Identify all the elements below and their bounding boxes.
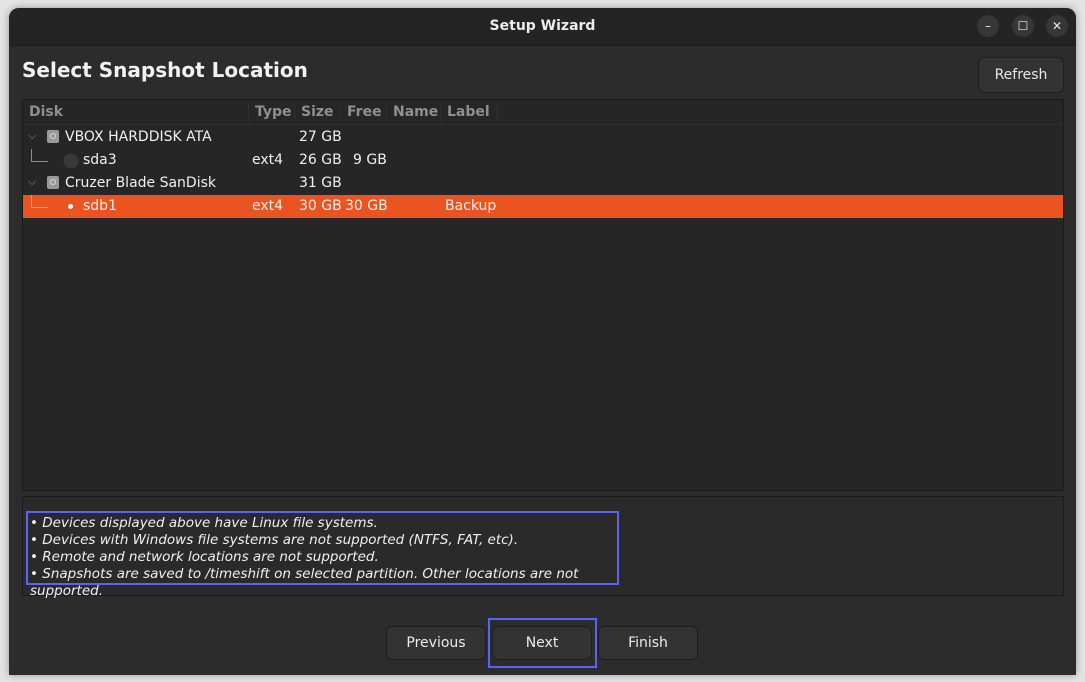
previous-button[interactable]: Previous: [386, 626, 486, 660]
disk-name: Cruzer Blade SanDisk: [65, 175, 217, 191]
partition-type: ext4: [252, 198, 284, 214]
next-button[interactable]: Next: [492, 626, 592, 660]
hard-disk-icon: [47, 130, 59, 143]
expander-chevron-icon[interactable]: ⌵: [28, 129, 36, 143]
title-bar: Setup Wizard – ☐ ✕: [9, 8, 1076, 46]
partition-name: sda3: [83, 152, 117, 168]
finish-button[interactable]: Finish: [598, 626, 698, 660]
disk-size: 27 GB: [299, 129, 342, 145]
column-header-type[interactable]: Type: [248, 104, 293, 122]
table-row[interactable]: ⌵ Cruzer Blade SanDisk 31 GB: [23, 172, 1063, 195]
partition-free: 9 GB: [353, 152, 387, 168]
table-row[interactable]: sda3 ext4 26 GB 9 GB: [23, 149, 1063, 172]
column-header-size[interactable]: Size: [294, 104, 335, 122]
disk-tree-view[interactable]: Disk Type Size Free Name Label ⌵ VBOX HA…: [22, 99, 1064, 491]
tree-line: [31, 149, 48, 162]
radio-unselected-icon[interactable]: [63, 153, 79, 169]
partition-type: ext4: [252, 152, 284, 168]
note-line: • Devices with Windows file systems are …: [30, 532, 519, 548]
column-header-name[interactable]: Name: [386, 104, 439, 122]
radio-selected-icon[interactable]: [63, 199, 79, 215]
note-line: • Snapshots are saved to /timeshift on s…: [30, 566, 579, 599]
disk-name: VBOX HARDDISK ATA: [65, 129, 212, 145]
page-title: Select Snapshot Location: [22, 58, 308, 82]
partition-name: sdb1: [83, 198, 117, 214]
column-header-free[interactable]: Free: [340, 104, 385, 122]
note-line: • Remote and network locations are not s…: [30, 549, 379, 565]
usb-disk-icon: [47, 176, 59, 189]
table-row-selected[interactable]: sdb1 ext4 30 GB 30 GB Backup: [23, 195, 1063, 218]
minimize-icon: –: [985, 19, 991, 33]
partition-label: Backup: [445, 198, 497, 214]
partition-size: 26 GB: [299, 152, 342, 168]
table-header: Disk Type Size Free Name Label: [23, 100, 1063, 125]
expander-chevron-icon[interactable]: ⌵: [28, 175, 36, 189]
maximize-icon: ☐: [1017, 19, 1029, 33]
partition-free: 30 GB: [345, 198, 388, 214]
close-icon: ✕: [1051, 19, 1063, 33]
setup-wizard-window: Setup Wizard – ☐ ✕ Select Snapshot Locat…: [9, 8, 1076, 675]
refresh-button[interactable]: Refresh: [978, 57, 1064, 93]
column-header-disk[interactable]: Disk: [23, 104, 247, 122]
maximize-button[interactable]: ☐: [1012, 15, 1034, 37]
partition-size: 30 GB: [299, 198, 342, 214]
info-notes: • Devices displayed above have Linux fil…: [26, 511, 619, 599]
tree-line: [31, 195, 48, 208]
disk-size: 31 GB: [299, 175, 342, 191]
table-row[interactable]: ⌵ VBOX HARDDISK ATA 27 GB: [23, 126, 1063, 149]
window-title: Setup Wizard: [489, 18, 596, 34]
info-panel: • Devices displayed above have Linux fil…: [22, 496, 1064, 599]
note-line: • Devices displayed above have Linux fil…: [30, 515, 378, 531]
close-button[interactable]: ✕: [1046, 15, 1068, 37]
column-header-label[interactable]: Label: [440, 104, 498, 122]
minimize-button[interactable]: –: [977, 15, 999, 37]
